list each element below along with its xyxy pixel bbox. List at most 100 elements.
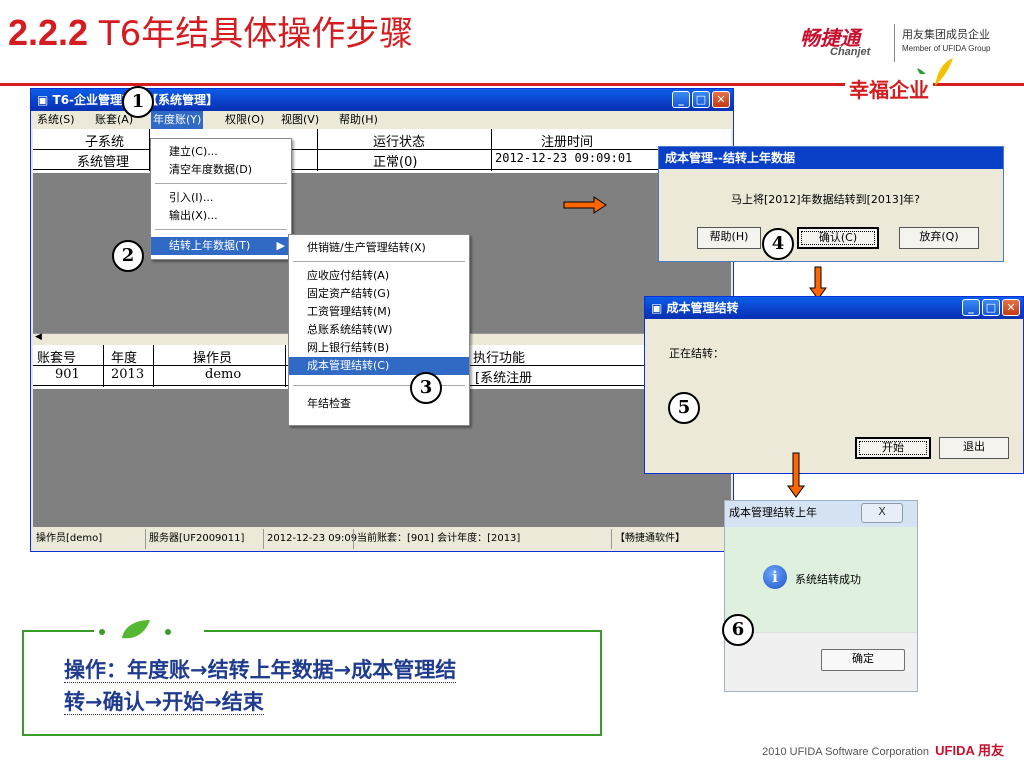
slogan: 幸福企业 — [845, 74, 933, 103]
year-account-menu: 建立(C)... 清空年度数据(D) 引入(I)... 输出(X)... 结转上… — [150, 138, 292, 260]
grid-line — [153, 345, 154, 387]
slide-title-text: T6年结具体操作步骤 — [98, 14, 414, 54]
footer: 2010 UFIDA Software Corporation UFIDA 用友 — [762, 740, 1004, 759]
window-icon: ▣ — [651, 301, 667, 315]
subsystem-grid: 子系统 运行状态 注册时间 系统管理 正常(0) 2012-12-23 09:0… — [33, 129, 731, 173]
success-dialog: 成本管理结转上年 X i 系统结转成功 确定 — [724, 500, 918, 692]
success-message: 系统结转成功 — [795, 573, 861, 586]
menu-separator — [293, 261, 465, 262]
start-button[interactable]: 开始 — [855, 437, 931, 459]
summary-line-1: 操作：年度账→结转上年数据→成本管理结 — [64, 658, 457, 683]
success-dialog-title: 成本管理结转上年 — [729, 506, 817, 519]
step-badge-3: 3 — [410, 372, 442, 404]
status-account: 当前账套：[901] 会计年度：[2013] — [353, 529, 520, 549]
app-icon: ▣ — [37, 93, 53, 107]
arrow-down-icon — [809, 266, 827, 300]
slide-title: 2.2.2 T6年结具体操作步骤 — [8, 6, 413, 55]
footer-copyright: 2010 UFIDA Software Corporation — [762, 746, 930, 758]
account-no-cell[interactable]: 901 — [55, 367, 80, 382]
carry-dialog-title: 成本管理结转 — [666, 301, 739, 315]
menu-item-import[interactable]: 引入(I)... — [151, 189, 291, 207]
confirm-dialog-titlebar[interactable]: 成本管理--结转上年数据 — [659, 147, 1003, 169]
ok-button[interactable]: 确定 — [821, 649, 905, 671]
close-icon[interactable]: X — [861, 503, 903, 523]
minimize-icon[interactable]: _ — [962, 299, 980, 316]
menu-item-year-end-check[interactable]: 年结检查 — [289, 395, 469, 413]
menu-item-carry-forward-label: 结转上年数据(T) — [169, 239, 251, 252]
minimize-icon[interactable]: _ — [672, 91, 690, 108]
summary-line-2: 转→确认→开始→结束 — [64, 690, 264, 715]
menu-item-supply-chain[interactable]: 供销链/生产管理结转(X) — [289, 239, 469, 257]
menu-separator — [155, 183, 287, 184]
confirm-button[interactable]: 确认(C) — [797, 227, 879, 249]
status-server: 服务器[UF2009011] — [145, 529, 244, 549]
member-text-cn: 用友集团成员企业 — [902, 28, 990, 41]
menu-item-export[interactable]: 输出(X)... — [151, 207, 291, 225]
menu-item-carry-forward[interactable]: 结转上年数据(T) ▶ — [151, 237, 291, 255]
close-icon[interactable]: ✕ — [712, 91, 730, 108]
brand-logo: 畅捷通 Chanjet 用友集团成员企业 Member of UFIDA Gro… — [800, 20, 1020, 70]
column-header-status[interactable]: 运行状态 — [373, 131, 425, 150]
step-badge-4: 4 — [762, 228, 794, 260]
column-header-year[interactable]: 年度 — [111, 347, 137, 366]
menu-system[interactable]: 系统(S) — [35, 111, 77, 129]
column-header-subsystem[interactable]: 子系统 — [85, 131, 124, 150]
function-cell[interactable]: [系统注册 — [475, 367, 532, 386]
operator-cell[interactable]: demo — [205, 367, 241, 382]
confirm-dialog: 成本管理--结转上年数据 马上将[2012]年数据结转到[2013]年? 帮助(… — [658, 146, 1004, 262]
menu-item-clear-data[interactable]: 清空年度数据(D) — [151, 161, 291, 179]
info-icon: i — [763, 565, 787, 589]
status-cell[interactable]: 正常(0) — [373, 151, 417, 170]
column-header-account-no[interactable]: 账套号 — [37, 347, 76, 366]
brand-name-en: Chanjet — [830, 46, 871, 58]
column-header-operator[interactable]: 操作员 — [193, 347, 232, 366]
carry-forward-submenu: 供销链/生产管理结转(X) 应收应付结转(A) 固定资产结转(G) 工资管理结转… — [288, 234, 470, 426]
step-badge-5: 5 — [668, 392, 700, 424]
summary-text: 操作：年度账→结转上年数据→成本管理结 转→确认→开始→结束 — [64, 654, 584, 718]
step-badge-6: 6 — [722, 614, 754, 646]
confirm-message: 马上将[2012]年数据结转到[2013]年? — [731, 193, 920, 206]
column-header-function[interactable]: 执行功能 — [473, 347, 525, 366]
menu-item-receivable[interactable]: 应收应付结转(A) — [289, 267, 469, 285]
carry-dialog: ▣ 成本管理结转 _ □ ✕ 正在结转： 开始 退出 — [644, 296, 1024, 474]
cancel-button[interactable]: 放弃(Q) — [899, 227, 979, 249]
status-brand: 【畅捷通软件】 — [611, 529, 685, 549]
menu-item-general-ledger[interactable]: 总账系统结转(W) — [289, 321, 469, 339]
column-header-register-time[interactable]: 注册时间 — [541, 131, 593, 150]
register-time-cell[interactable]: 2012-12-23 09:09:01 — [495, 151, 632, 165]
menu-item-create[interactable]: 建立(C)... — [151, 143, 291, 161]
close-icon[interactable]: ✕ — [1002, 299, 1020, 316]
subsystem-cell[interactable]: 系统管理 — [77, 151, 129, 170]
help-button[interactable]: 帮助(H) — [697, 227, 761, 249]
grid-line — [285, 345, 286, 387]
step-badge-2: 2 — [112, 240, 144, 272]
menu-permission[interactable]: 权限(O) — [223, 111, 266, 129]
footer-brand: UFIDA 用友 — [935, 743, 1004, 758]
menu-separator — [155, 229, 287, 230]
carry-status-label: 正在结转： — [669, 347, 724, 360]
grid-line — [103, 345, 104, 387]
submenu-arrow-icon: ▶ — [276, 239, 285, 252]
maximize-icon[interactable]: □ — [982, 299, 1000, 316]
menu-year-account[interactable]: 年度账(Y) — [151, 111, 204, 129]
brand-divider — [894, 24, 895, 62]
summary-box: 操作：年度账→结转上年数据→成本管理结 转→确认→开始→结束 — [22, 620, 602, 736]
status-operator: 操作员[demo] — [36, 533, 103, 544]
arrow-right-icon — [563, 196, 607, 214]
menu-item-cost-management[interactable]: 成本管理结转(C) — [289, 357, 469, 375]
menu-view[interactable]: 视图(V) — [279, 111, 321, 129]
leaf-decoration-icon — [94, 620, 204, 639]
menu-item-online-bank[interactable]: 网上银行结转(B) — [289, 339, 469, 357]
status-time: 2012-12-23 09:09 — [263, 529, 357, 549]
status-bar: 操作员[demo] 服务器[UF2009011] 2012-12-23 09:0… — [33, 529, 731, 549]
menu-item-fixed-assets[interactable]: 固定资产结转(G) — [289, 285, 469, 303]
slide-title-number: 2.2.2 — [8, 12, 89, 53]
year-cell[interactable]: 2013 — [111, 367, 144, 382]
grid-line — [491, 129, 492, 171]
exit-button[interactable]: 退出 — [939, 437, 1009, 459]
arrow-down-icon — [787, 452, 805, 498]
menu-help[interactable]: 帮助(H) — [337, 111, 380, 129]
maximize-icon[interactable]: □ — [692, 91, 710, 108]
menu-item-payroll[interactable]: 工资管理结转(M) — [289, 303, 469, 321]
scroll-left-icon[interactable]: ◀ — [35, 332, 42, 342]
